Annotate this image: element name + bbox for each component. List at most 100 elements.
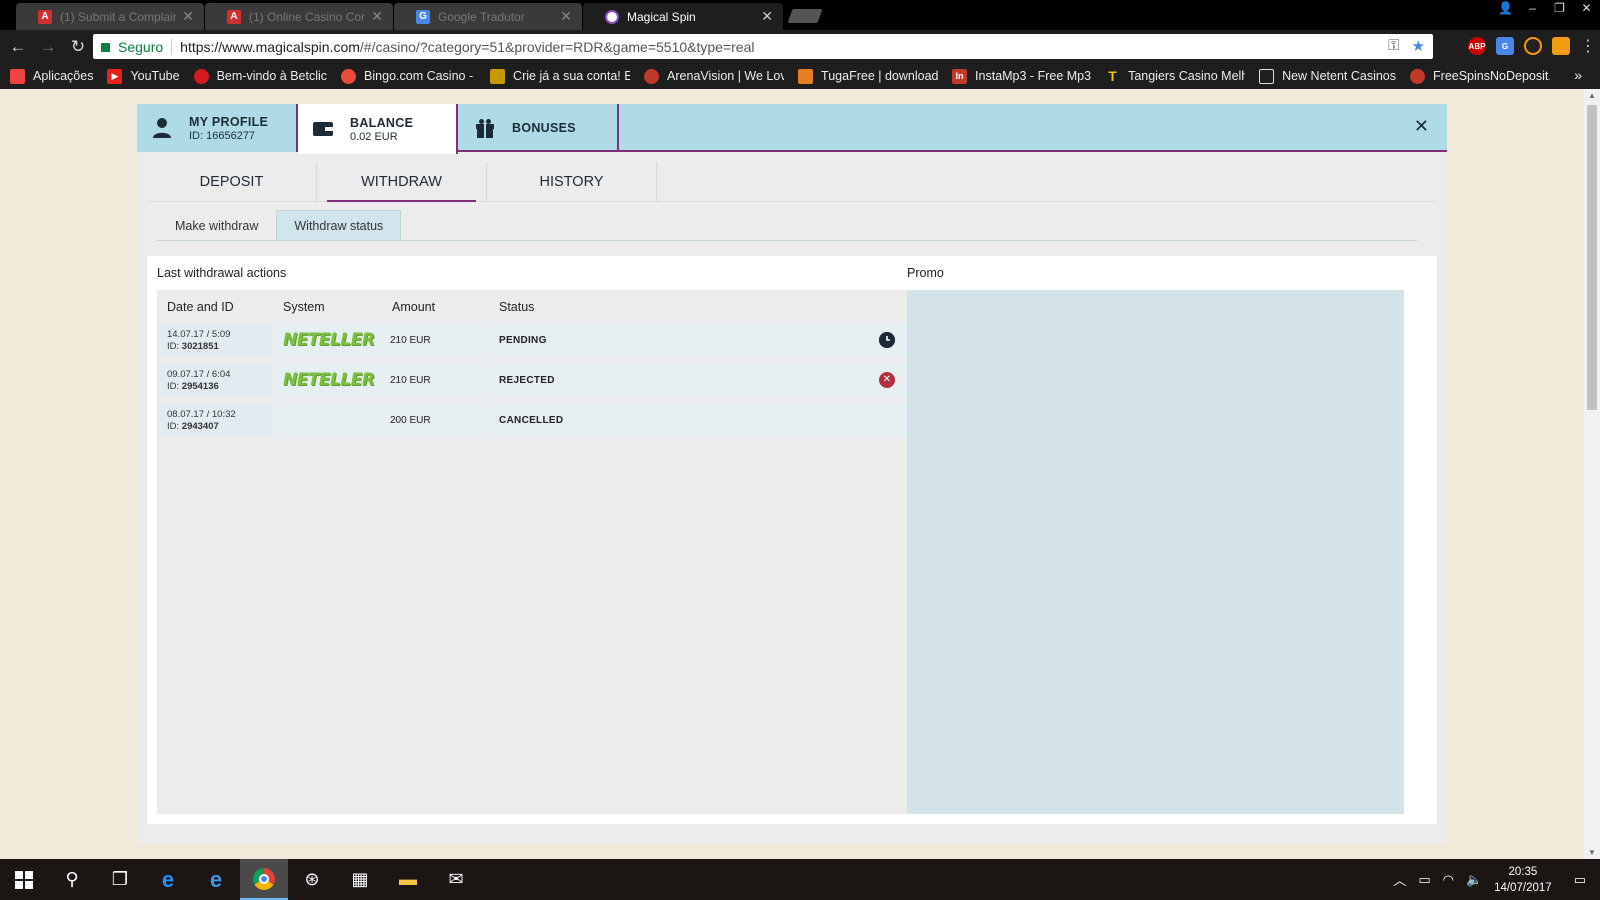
chrome-icon[interactable]: [240, 859, 288, 900]
bookmark-item[interactable]: In InstaMp3 - Free Mp3: [952, 68, 1092, 84]
system-tray: ︿ ▭ ◠ 🔈 20:35 14/07/2017 ▭: [1393, 859, 1600, 900]
column-header: System: [283, 300, 325, 314]
address-bar[interactable]: Seguro https://www.magicalspin.com/#/cas…: [93, 34, 1433, 59]
tab-close-icon[interactable]: ✕: [560, 8, 572, 25]
url-path: /#/casino/?category=51&provider=RDR&game…: [359, 38, 755, 55]
bookmark-label: YouTube: [130, 69, 180, 83]
bookmark-label: Bingo.com Casino - F: [364, 69, 477, 83]
user-icon: [151, 117, 173, 139]
app-icon[interactable]: ⊛: [288, 859, 336, 900]
id-label: ID:: [167, 420, 180, 432]
reload-icon[interactable]: ↻: [66, 37, 90, 57]
user-icon[interactable]: 👤: [1492, 0, 1519, 20]
tab-close-icon[interactable]: ✕: [371, 8, 383, 25]
scroll-thumb[interactable]: [1587, 105, 1597, 410]
bookmark-label: InstaMp3 - Free Mp3: [975, 69, 1092, 83]
amount-cell: 210 EUR: [382, 362, 488, 398]
page-scrollbar[interactable]: ▲ ▼: [1584, 89, 1600, 859]
close-panel-button[interactable]: ✕: [1414, 116, 1429, 137]
bookmark-item[interactable]: Bem-vindo à Betclic: [193, 68, 327, 84]
promo-area: [907, 290, 1404, 814]
bookmark-item[interactable]: Aplicações: [10, 68, 93, 84]
bookmark-item[interactable]: Bingo.com Casino - F: [341, 68, 477, 84]
translate-extension-icon[interactable]: G: [1496, 37, 1514, 55]
bookmark-item[interactable]: T Tangiers Casino Melh: [1105, 68, 1245, 84]
bookmark-item[interactable]: ArenaVision | We Lov: [644, 68, 784, 84]
freespins-icon: [1410, 68, 1426, 84]
more-bookmarks-icon[interactable]: »: [1574, 67, 1582, 83]
page-viewport: MY PROFILE ID: 16656277 BALANCE 0.02 EUR: [0, 89, 1584, 859]
tab-close-icon[interactable]: ✕: [761, 8, 773, 25]
new-tab-button[interactable]: [787, 9, 823, 23]
mail-icon[interactable]: ✉: [432, 859, 480, 900]
chevron-up-icon[interactable]: ︿: [1393, 870, 1406, 889]
menu-icon[interactable]: ⋮: [1580, 36, 1596, 56]
clock[interactable]: 20:35 14/07/2017: [1494, 864, 1552, 896]
account-panel: MY PROFILE ID: 16656277 BALANCE 0.02 EUR: [137, 104, 1447, 844]
red-a-icon: A: [227, 9, 241, 24]
browser-tab[interactable]: A (1) Submit a Complaint ✕: [16, 3, 204, 30]
tab-deposit[interactable]: DEPOSIT: [147, 162, 317, 202]
browser-toolbar: ← → ↻ Seguro https://www.magicalspin.com…: [0, 30, 1600, 63]
tab-title: Magical Spin: [627, 9, 696, 24]
wifi-icon[interactable]: ◠: [1443, 872, 1454, 888]
google-translate-icon: G: [416, 9, 430, 24]
edge-icon[interactable]: e: [144, 859, 192, 900]
volume-icon[interactable]: 🔈: [1466, 872, 1482, 888]
url-text: https://www.magicalspin.com/#/casino/?ca…: [180, 39, 754, 55]
bookmark-item[interactable]: New Netent Casinos: [1259, 68, 1396, 84]
bookmark-item[interactable]: ▶ YouTube: [107, 68, 180, 84]
neteller-logo: NETELLER: [283, 370, 375, 390]
scroll-down-icon[interactable]: ▼: [1584, 848, 1600, 857]
my-profile-tab[interactable]: MY PROFILE ID: 16656277: [137, 104, 298, 152]
play-extension-icon[interactable]: [1524, 37, 1542, 55]
bookmark-site-icon: [490, 68, 506, 84]
minimize-icon[interactable]: –: [1519, 0, 1546, 20]
browser-tab[interactable]: G Google Tradutor ✕: [394, 3, 582, 30]
bookmark-item[interactable]: TugaFree | download: [798, 68, 939, 84]
clock-icon: [879, 332, 895, 348]
withdraw-id: ID: 2943407: [167, 421, 219, 432]
system-cell: NETELLER: [273, 362, 381, 398]
window-controls: 👤 – ❐ ✕: [1492, 0, 1600, 20]
bookmark-item[interactable]: Crie já a sua conta! E: [490, 68, 630, 84]
star-icon[interactable]: ★: [1412, 37, 1425, 55]
bonuses-tab[interactable]: BONUSES: [458, 104, 619, 152]
main-tabs: DEPOSIT WITHDRAW HISTORY: [147, 162, 1437, 202]
tab-close-icon[interactable]: ✕: [182, 8, 194, 25]
close-window-icon[interactable]: ✕: [1573, 0, 1600, 20]
tab-withdraw-status[interactable]: Withdraw status: [276, 210, 402, 240]
withdrawals-table: Date and ID System Amount Status 14.07.1…: [157, 290, 907, 814]
key-icon[interactable]: ⚿: [1388, 37, 1399, 55]
date-cell: 09.07.17 / 6:04 ID: 2954136: [157, 362, 272, 398]
browser-tab[interactable]: A (1) Online Casino Comp ✕: [205, 3, 393, 30]
scroll-up-icon[interactable]: ▲: [1584, 91, 1600, 100]
taskbar: ⚲ ❐ e e ⊛ ▦ ▬ ✉ ︿ ▭ ◠ 🔈 20:35 14/07/2017…: [0, 859, 1600, 900]
system-cell: NETELLER: [273, 322, 381, 358]
tugafree-icon: [798, 68, 814, 84]
withdraw-status-content: Last withdrawal actions Promo Date and I…: [147, 256, 1437, 824]
task-view-icon[interactable]: ❐: [96, 859, 144, 900]
notifications-icon[interactable]: ▭: [1574, 872, 1586, 888]
browser-tabstrip: A (1) Submit a Complaint ✕ A (1) Online …: [0, 0, 1600, 30]
bookmark-label: TugaFree | download: [821, 69, 939, 83]
restore-icon[interactable]: ❐: [1546, 0, 1573, 20]
windows-start-icon[interactable]: [0, 859, 48, 900]
tab-make-withdraw[interactable]: Make withdraw: [157, 210, 276, 240]
adblock-icon[interactable]: ABP: [1468, 37, 1486, 55]
extension-icon[interactable]: [1552, 37, 1570, 55]
status-cell: CANCELLED: [489, 402, 907, 438]
tab-history[interactable]: HISTORY: [487, 162, 657, 202]
bookmark-item[interactable]: FreeSpinsNoDeposit.: [1410, 68, 1550, 84]
internet-explorer-icon[interactable]: e: [192, 859, 240, 900]
search-icon[interactable]: ⚲: [48, 859, 96, 900]
file-explorer-icon[interactable]: ▬: [384, 859, 432, 900]
battery-icon[interactable]: ▭: [1418, 872, 1430, 888]
forward-arrow-icon[interactable]: →: [36, 37, 60, 57]
extension-icons: ABP G ⋮: [1468, 36, 1596, 56]
browser-tab-active[interactable]: Magical Spin ✕: [583, 3, 783, 30]
tab-withdraw[interactable]: WITHDRAW: [317, 162, 487, 202]
calculator-icon[interactable]: ▦: [336, 859, 384, 900]
balance-tab[interactable]: BALANCE 0.02 EUR: [298, 104, 458, 154]
back-arrow-icon[interactable]: ←: [6, 37, 30, 57]
